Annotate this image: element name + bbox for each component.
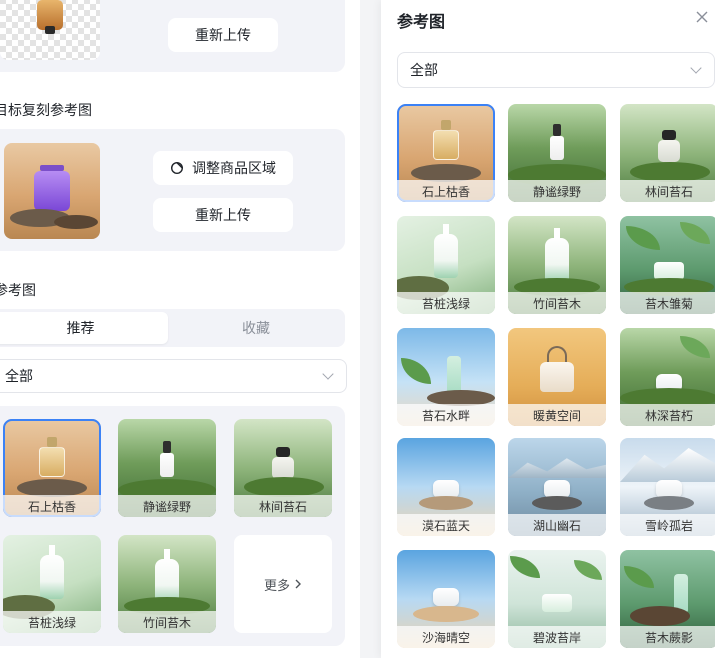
drawer-category-select[interactable]: 全部	[397, 52, 715, 88]
reference-item[interactable]: 林间苔石	[234, 419, 332, 517]
item-label: 碧波苔岸	[508, 626, 606, 648]
purple-perfume-image	[34, 171, 70, 211]
section-title-reference: 参考图	[0, 283, 36, 299]
drawer-category-value: 全部	[410, 63, 438, 79]
adjust-region-label: 调整商品区域	[192, 161, 276, 177]
drawer-item[interactable]: 林深苔朽	[620, 328, 715, 426]
product-image	[433, 588, 459, 606]
reference-item[interactable]: 苔桩浅绿	[3, 535, 101, 633]
drawer-item[interactable]: 漠石蓝天	[397, 438, 495, 536]
cube-icon	[170, 161, 184, 175]
adjust-region-button[interactable]: 调整商品区域	[153, 151, 293, 185]
uploaded-image-preview	[0, 0, 100, 60]
drawer-title: 参考图	[397, 12, 446, 31]
item-label: 苔石水畔	[397, 404, 495, 426]
item-label: 静谧绿野	[118, 495, 216, 517]
more-button[interactable]: 更多	[234, 535, 332, 633]
drawer-item[interactable]: 竹间苔木	[508, 216, 606, 314]
product-image	[39, 447, 65, 477]
close-icon	[696, 11, 708, 23]
chevron-right-icon	[295, 579, 301, 589]
item-label: 暖黄空间	[508, 404, 606, 426]
item-label: 苔桩浅绿	[397, 292, 495, 314]
item-label: 林深苔朽	[620, 404, 715, 426]
uploaded-image-card: 重新上传	[0, 0, 345, 72]
reupload-button[interactable]: 重新上传	[153, 198, 293, 232]
drawer-item[interactable]: 雪岭孤岩	[620, 438, 715, 536]
drawer-item[interactable]: 苔桩浅绿	[397, 216, 495, 314]
product-image	[542, 594, 572, 612]
reupload-button-top[interactable]: 重新上传	[168, 18, 278, 52]
reference-item[interactable]: 竹间苔木	[118, 535, 216, 633]
drawer-item[interactable]: 苔木蕨影	[620, 550, 715, 648]
reference-tabs: 推荐 收藏	[0, 309, 345, 347]
product-image	[540, 362, 574, 392]
target-reference-thumbnail[interactable]	[4, 143, 100, 239]
item-label: 苔木雏菊	[620, 292, 715, 314]
chevron-down-icon	[690, 62, 702, 74]
drawer-item[interactable]: 静谧绿野	[508, 104, 606, 202]
section-title-copy: 目标复刻参考图	[0, 103, 92, 119]
item-label: 苔桩浅绿	[3, 611, 101, 633]
item-label: 竹间苔木	[118, 611, 216, 633]
tab-favorites[interactable]: 收藏	[170, 312, 342, 344]
drawer-item[interactable]: 碧波苔岸	[508, 550, 606, 648]
item-label: 雪岭孤岩	[620, 514, 715, 536]
product-image	[674, 574, 688, 612]
drawer-item[interactable]: 石上枯香	[397, 104, 495, 202]
reference-item[interactable]: 静谧绿野	[118, 419, 216, 517]
item-label: 石上枯香	[397, 180, 495, 202]
product-image	[545, 238, 569, 282]
drawer-item[interactable]: 沙海晴空	[397, 550, 495, 648]
product-image	[447, 356, 461, 394]
item-label: 漠石蓝天	[397, 514, 495, 536]
left-panel: 重新上传 目标复刻参考图 调整商品区域 重新上传 参考图 推荐 收藏 全部 石上…	[0, 0, 360, 658]
tab-recommend[interactable]: 推荐	[0, 312, 168, 344]
product-image	[160, 453, 174, 477]
drawer-item[interactable]: 苔石水畔	[397, 328, 495, 426]
product-image	[40, 555, 64, 599]
category-select-value: 全部	[5, 369, 33, 385]
item-label: 静谧绿野	[508, 180, 606, 202]
item-label: 石上枯香	[3, 495, 101, 517]
drawer-item[interactable]: 暖黄空间	[508, 328, 606, 426]
chevron-down-icon	[322, 368, 334, 380]
more-label: 更多	[263, 578, 290, 594]
item-label: 湖山幽石	[508, 514, 606, 536]
product-image	[434, 234, 458, 278]
product-image	[272, 457, 294, 479]
drawer-item[interactable]: 苔木雏菊	[620, 216, 715, 314]
item-label: 林间苔石	[620, 180, 715, 202]
item-label: 林间苔石	[234, 495, 332, 517]
target-reference-card: 调整商品区域 重新上传	[0, 129, 345, 251]
category-select[interactable]: 全部	[0, 359, 347, 393]
reference-drawer: 参考图 全部 石上枯香 静谧绿野 林间苔石 苔桩浅绿 竹间苔木 苔木雏菊 苔石水…	[381, 0, 715, 658]
reference-item[interactable]: 石上枯香	[3, 419, 101, 517]
product-image	[550, 136, 564, 160]
product-image	[433, 130, 459, 160]
item-label: 沙海晴空	[397, 626, 495, 648]
item-label: 竹间苔木	[508, 292, 606, 314]
close-button[interactable]	[691, 6, 713, 28]
item-label: 苔木蕨影	[620, 626, 715, 648]
drawer-item[interactable]: 湖山幽石	[508, 438, 606, 536]
product-image	[658, 140, 680, 162]
drawer-item[interactable]: 林间苔石	[620, 104, 715, 202]
